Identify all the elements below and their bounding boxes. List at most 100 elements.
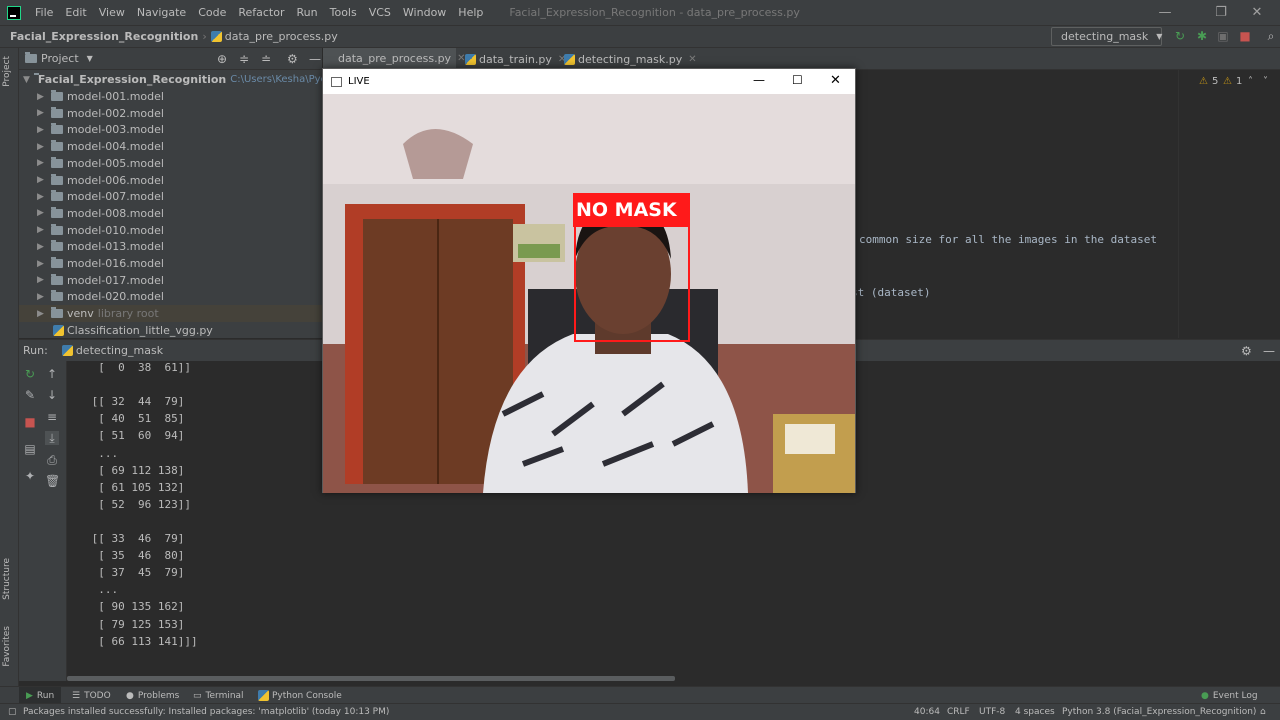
rerun-icon[interactable]: ↻ <box>23 367 37 381</box>
event-log-icon: ● <box>1201 690 1209 701</box>
hide-icon[interactable]: — <box>1263 344 1275 358</box>
chevron-right-icon: ▶ <box>37 91 44 102</box>
horizontal-scrollbar[interactable] <box>67 676 675 681</box>
live-window-titlebar[interactable]: LIVE — ☐ ✕ <box>323 69 855 94</box>
tab-event-log[interactable]: ● Event Log <box>1201 687 1258 704</box>
tree-item-label: model-016.model <box>67 257 164 270</box>
status-encoding[interactable]: UTF-8 <box>979 704 1005 720</box>
maximize-button[interactable]: ☐ <box>792 73 803 87</box>
tree-item-label: model-004.model <box>67 140 164 154</box>
expand-all-icon[interactable]: ≐ <box>261 52 271 66</box>
breadcrumb-file[interactable]: data_pre_process.py <box>225 30 338 43</box>
status-toggle-icon[interactable]: ▢ <box>8 704 17 720</box>
pin-icon[interactable]: ✦ <box>23 469 37 483</box>
tree-item-label: model-005.model <box>67 156 164 170</box>
menu-tools[interactable]: Tools <box>324 0 363 25</box>
tree-item[interactable]: ▶ model-006.model <box>19 172 322 189</box>
print-icon[interactable]: ⎙ <box>45 453 59 467</box>
run-tab[interactable]: detecting_mask <box>76 344 163 357</box>
minimize-button[interactable]: — <box>753 73 765 87</box>
stop-icon[interactable]: ■ <box>23 415 37 429</box>
project-panel-title[interactable]: Project <box>41 52 79 65</box>
menu-run[interactable]: Run <box>291 0 324 25</box>
close-button[interactable]: ✕ <box>1234 0 1280 25</box>
tree-item[interactable]: ▶ model-010.model <box>19 222 322 239</box>
menu-code[interactable]: Code <box>192 0 232 25</box>
run-label: Run: <box>23 344 48 357</box>
stop-icon[interactable]: ■ <box>1238 29 1252 43</box>
folder-icon <box>51 173 63 185</box>
terminal-icon: ▭ <box>193 690 202 701</box>
tree-item[interactable]: ▶ model-020.model <box>19 288 322 305</box>
console-line: [ 79 125 153] <box>85 617 185 631</box>
debug-icon[interactable]: ✱ <box>1195 29 1209 43</box>
tree-item-venv[interactable]: ▶ venv library root <box>19 305 322 322</box>
chevron-down-icon[interactable]: ▼ <box>87 54 93 63</box>
collapse-all-icon[interactable]: ≑ <box>239 52 249 66</box>
status-position[interactable]: 40:64 <box>914 704 940 720</box>
status-line-separator[interactable]: CRLF <box>947 704 970 720</box>
tree-item[interactable]: ▶ model-007.model <box>19 188 322 205</box>
hide-icon[interactable]: — <box>309 52 321 66</box>
status-message[interactable]: Packages installed successfully: Install… <box>23 704 389 720</box>
run-configuration-select[interactable]: detecting_mask ▼ <box>1051 27 1162 46</box>
status-interpreter[interactable]: Python 3.8 (Facial_Expression_Recognitio… <box>1062 704 1256 720</box>
arrow-up-icon[interactable]: ↑ <box>45 367 59 381</box>
locate-icon[interactable]: ⊕ <box>217 52 227 66</box>
gear-icon[interactable]: ⚙ <box>1241 344 1252 358</box>
tree-item[interactable]: ▶ model-002.model <box>19 105 322 122</box>
menu-window[interactable]: Window <box>397 0 452 25</box>
tab-data-train[interactable]: data_train.py ✕ <box>465 48 566 70</box>
python-file-icon <box>61 345 73 356</box>
detection-label: NO MASK <box>573 193 690 227</box>
gear-icon[interactable]: ⚙ <box>287 52 298 66</box>
menu-view[interactable]: View <box>93 0 131 25</box>
tree-item[interactable]: ▶ model-013.model <box>19 238 322 255</box>
tree-item[interactable]: ▶ model-004.model <box>19 138 322 155</box>
menu-edit[interactable]: Edit <box>59 0 92 25</box>
tree-root[interactable]: ▼ Facial_Expression_Recognition C:\Users… <box>19 71 371 88</box>
soft-wrap-icon[interactable]: ≡ <box>45 410 59 424</box>
breadcrumb-project[interactable]: Facial_Expression_Recognition <box>10 30 198 43</box>
arrow-down-icon[interactable]: ↓ <box>45 388 59 402</box>
lock-icon[interactable]: ⌂ <box>1260 704 1266 720</box>
status-indent[interactable]: 4 spaces <box>1015 704 1055 720</box>
tree-item-label: model-013.model <box>67 240 164 254</box>
tree-item[interactable]: ▶ model-016.model <box>19 255 322 272</box>
tree-item[interactable]: ▶ model-017.model <box>19 272 322 289</box>
wrench-icon[interactable]: ✎ <box>23 388 37 402</box>
close-button[interactable]: ✕ <box>830 73 841 88</box>
tab-problems[interactable]: ● Problems <box>126 687 179 704</box>
trash-icon[interactable]: 🗑 <box>45 474 60 488</box>
minimize-button[interactable]: — <box>1142 0 1188 25</box>
tab-todo[interactable]: ☰ TODO <box>72 687 111 704</box>
menu-file[interactable]: File <box>29 0 59 25</box>
tree-item[interactable]: ▶ model-005.model <box>19 155 322 172</box>
live-window[interactable]: LIVE — ☐ ✕ NO MASK <box>322 68 856 493</box>
tab-terminal[interactable]: ▭ Terminal <box>193 687 244 704</box>
tree-item-file[interactable]: Classification_little_vgg.py <box>19 322 322 339</box>
tab-data-pre-process[interactable]: data_pre_process.py ✕ <box>323 48 465 70</box>
tree-item[interactable]: ▶ model-008.model <box>19 205 322 222</box>
menu-help[interactable]: Help <box>452 0 489 25</box>
search-icon[interactable]: ⌕ <box>1264 29 1278 43</box>
chevron-right-icon: ▶ <box>37 225 44 236</box>
menu-refactor[interactable]: Refactor <box>232 0 290 25</box>
stripe-project[interactable]: Project <box>2 56 12 87</box>
tree-item[interactable]: ▶ model-003.model <box>19 121 322 138</box>
tab-run[interactable]: ▶ Run <box>19 687 61 704</box>
layout-icon[interactable]: ▤ <box>23 442 37 456</box>
close-icon[interactable]: ✕ <box>688 54 696 65</box>
stripe-structure[interactable]: Structure <box>2 558 12 600</box>
menu-vcs[interactable]: VCS <box>363 0 397 25</box>
chevron-right-icon: ▶ <box>37 275 44 286</box>
coverage-icon[interactable]: ▣ <box>1216 29 1230 43</box>
tree-item[interactable]: ▶ model-001.model <box>19 88 322 105</box>
rerun-icon[interactable]: ↻ <box>1173 29 1187 43</box>
menu-navigate[interactable]: Navigate <box>131 0 192 25</box>
tab-detecting-mask[interactable]: detecting_mask.py ✕ <box>564 48 697 70</box>
console-line: [ 52 96 123]] <box>85 497 191 511</box>
tab-python-console[interactable]: Python Console <box>258 687 342 704</box>
stripe-favorites[interactable]: Favorites <box>2 626 12 667</box>
scroll-to-end-icon[interactable]: ⤓ <box>45 431 59 445</box>
